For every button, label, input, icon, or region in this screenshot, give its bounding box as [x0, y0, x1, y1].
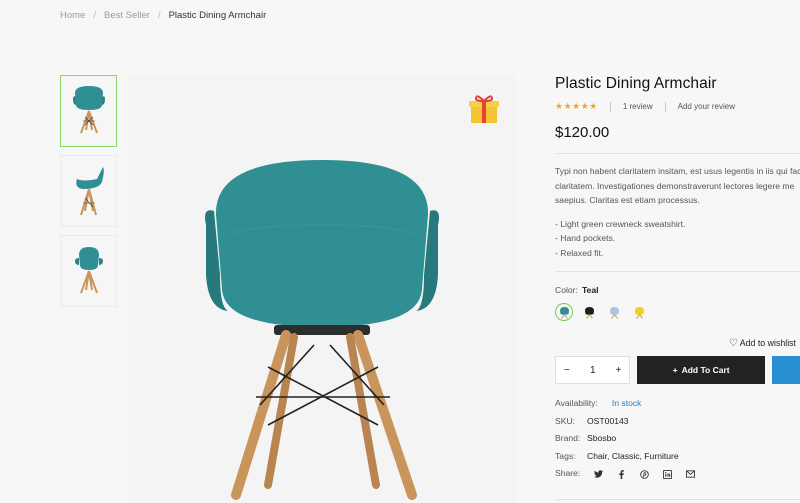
breadcrumb-separator: / — [157, 10, 161, 21]
availability-label: Availability: — [555, 398, 598, 408]
chair-image — [205, 160, 439, 500]
brand-value[interactable]: Sbosbo — [587, 433, 616, 443]
add-to-cart-button[interactable]: + Add To Cart — [637, 356, 765, 384]
swatch-black[interactable] — [580, 303, 598, 321]
breadcrumb-home[interactable]: Home — [60, 10, 85, 21]
share-row: Share: — [555, 465, 800, 483]
product-meta: Availability: In stock SKU: OST00143 Brand… — [555, 395, 800, 483]
gift-icon[interactable] — [468, 93, 500, 125]
feature-item: - Hand pockets. — [555, 233, 616, 243]
sku-value: OST00143 — [587, 415, 629, 426]
description-line: saepius. Claritas est etiam processus. — [555, 195, 700, 205]
tags-row: Tags: Chair, Classic, Furniture — [555, 448, 800, 466]
product-title: Plastic Dining Armchair — [555, 75, 717, 92]
add-to-wishlist-link[interactable]: ♡ Add to wishlist — [555, 338, 800, 349]
decrease-quantity-button[interactable]: − — [564, 365, 570, 376]
breadcrumb-separator: / — [93, 10, 96, 21]
divider — [609, 101, 611, 112]
product-description: Typi non habent claritatem insitam, est … — [555, 164, 800, 208]
quantity-stepper: − 1 + — [555, 356, 631, 384]
twitter-icon[interactable] — [594, 469, 604, 479]
swatch-yellow[interactable] — [630, 303, 648, 321]
selected-color: Teal — [581, 285, 599, 295]
breadcrumb-current: Plastic Dining Armchair — [168, 10, 267, 21]
feature-item: - Light green crewneck sweatshirt. — [555, 218, 686, 229]
linkedin-icon[interactable] — [663, 469, 673, 479]
brand-label: Brand: — [555, 433, 581, 444]
thumbnail-front[interactable] — [60, 75, 117, 147]
tags-value[interactable]: Chair, Classic, Furniture — [587, 451, 679, 461]
add-to-cart-label: Add To Cart — [681, 365, 730, 375]
increase-quantity-button[interactable]: + — [616, 365, 622, 376]
feature-list: - Light green crewneck sweatshirt. - Han… — [555, 217, 800, 261]
breadcrumb: Home / Best Seller / Plastic Dining Armc… — [60, 10, 266, 21]
product-price: $120.00 — [555, 124, 610, 141]
share-icons — [594, 469, 696, 479]
wishlist-label: Add to wishlist — [739, 338, 796, 348]
brand-row: Brand: Sbosbo — [555, 430, 800, 448]
rating-row: ★★★★★ 1 review Add your review — [555, 101, 800, 112]
email-icon[interactable] — [686, 470, 696, 479]
quantity-input[interactable]: 1 — [590, 365, 596, 376]
add-review-link[interactable]: Add your review — [678, 102, 735, 111]
main-product-image[interactable] — [128, 75, 516, 503]
thumbnail-back[interactable] — [60, 235, 117, 307]
thumbnail-list — [60, 75, 118, 315]
availability-row: Availability: In stock — [555, 395, 800, 413]
swatch-light-blue[interactable] — [605, 303, 623, 321]
heart-icon: ♡ — [728, 338, 738, 349]
description-line: Typi non habent claritatem insitam, est … — [555, 166, 800, 176]
breadcrumb-best-seller[interactable]: Best Seller — [104, 10, 150, 21]
feature-item: - Relaxed fit. — [555, 247, 604, 258]
swatch-teal[interactable] — [555, 303, 573, 321]
description-line: claritatem. Investigationes demonstraver… — [555, 180, 795, 191]
stock-status: In stock — [611, 398, 642, 408]
divider — [555, 153, 800, 154]
color-swatches — [555, 303, 800, 321]
sku-label: SKU: — [555, 415, 576, 426]
buy-now-button[interactable] — [771, 356, 800, 384]
review-count-link[interactable]: 1 review — [623, 102, 653, 111]
divider — [664, 101, 666, 112]
divider — [555, 499, 800, 500]
sku-row: SKU: OST00143 — [555, 413, 800, 431]
plus-icon: + — [672, 365, 678, 375]
product-info: Plastic Dining Armchair ★★★★★ 1 review A… — [555, 75, 800, 483]
color-label-text: Color: — [555, 285, 578, 295]
thumbnail-side[interactable] — [60, 155, 117, 227]
tags-label: Tags: — [555, 450, 576, 461]
divider — [555, 271, 800, 272]
pinterest-icon[interactable] — [640, 469, 650, 479]
color-label: Color: Teal — [555, 285, 800, 295]
share-label: Share: — [555, 468, 581, 479]
cart-row: − 1 + + Add To Cart — [555, 356, 800, 384]
star-rating-icon: ★★★★★ — [555, 101, 598, 111]
facebook-icon[interactable] — [617, 469, 626, 479]
